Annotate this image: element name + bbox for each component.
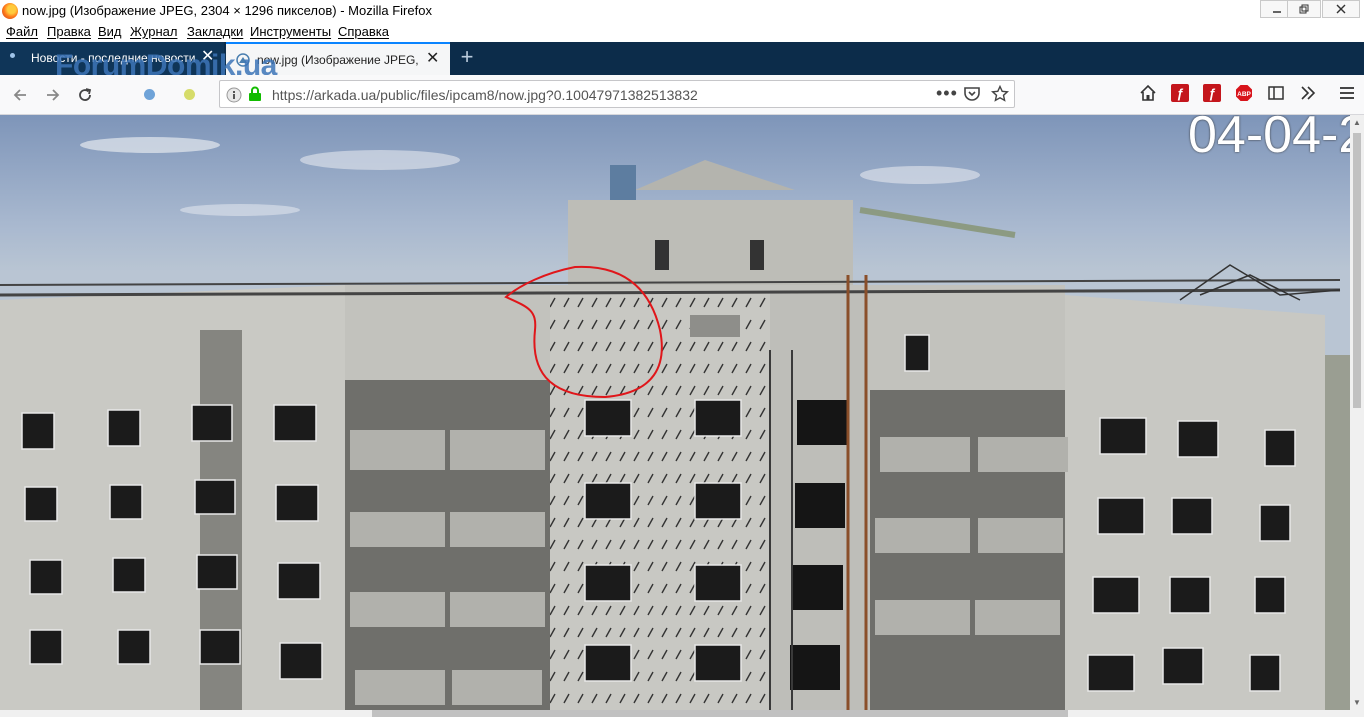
- scroll-down-arrow-icon[interactable]: ▼: [1353, 698, 1361, 707]
- image-viewer[interactable]: 04-04-2: [0, 115, 1364, 717]
- vertical-scrollbar[interactable]: ▲ ▼: [1350, 115, 1364, 710]
- menu-help[interactable]: Справка: [338, 24, 389, 39]
- home-icon[interactable]: [1139, 84, 1157, 102]
- construction-photo: [0, 137, 1350, 717]
- url-text: https://arkada.ua/public/files/ipcam8/no…: [272, 87, 698, 103]
- new-tab-button[interactable]: +: [456, 46, 478, 68]
- lock-icon[interactable]: [248, 86, 262, 102]
- info-icon[interactable]: [226, 87, 242, 103]
- back-button[interactable]: [8, 83, 32, 107]
- navigation-bar: https://arkada.ua/public/files/ipcam8/no…: [0, 75, 1364, 115]
- menu-edit[interactable]: Правка: [47, 24, 91, 39]
- window-title: now.jpg (Изображение JPEG, 2304 × 1296 п…: [22, 3, 432, 18]
- horizontal-scrollbar[interactable]: [0, 710, 1364, 717]
- extension-blue-icon[interactable]: [144, 89, 155, 100]
- menu-file[interactable]: Файл: [6, 24, 38, 39]
- extension-yellow-icon[interactable]: [184, 89, 195, 100]
- minimize-icon: [1273, 11, 1281, 13]
- pocket-icon[interactable]: [963, 86, 981, 102]
- sidebar-icon[interactable]: [1267, 84, 1285, 102]
- close-icon: [1336, 4, 1346, 14]
- forward-button[interactable]: [41, 83, 65, 107]
- page-actions-icon[interactable]: •••: [936, 83, 958, 104]
- menu-bookmarks[interactable]: Закладки: [187, 24, 243, 39]
- restore-button[interactable]: [1287, 0, 1321, 18]
- scroll-up-arrow-icon[interactable]: ▲: [1353, 118, 1361, 127]
- url-bar[interactable]: https://arkada.ua/public/files/ipcam8/no…: [219, 80, 1015, 108]
- reload-button[interactable]: [73, 83, 97, 107]
- back-arrow-icon: [13, 89, 26, 101]
- menu-tools[interactable]: Инструменты: [250, 24, 331, 39]
- restore-icon: [1299, 4, 1309, 14]
- bookmark-star-icon[interactable]: [991, 85, 1009, 103]
- scrollbar-thumb[interactable]: [372, 710, 1068, 717]
- camera-timestamp: 04-04-2: [1188, 115, 1364, 164]
- window-titlebar: now.jpg (Изображение JPEG, 2304 × 1296 п…: [0, 0, 1364, 22]
- adblock-icon[interactable]: ABP: [1235, 84, 1253, 102]
- flash-icon[interactable]: ƒ: [1171, 84, 1189, 102]
- svg-text:ABP: ABP: [1237, 91, 1251, 98]
- menu-history[interactable]: Журнал: [130, 24, 177, 39]
- tab-label: now.jpg (Изображение JPEG, 2: [257, 53, 421, 67]
- tab-favicon-icon: [10, 53, 15, 58]
- scrollbar-thumb[interactable]: [1353, 133, 1361, 408]
- firefox-logo-icon: [2, 3, 18, 19]
- close-window-button[interactable]: [1322, 0, 1360, 18]
- reload-icon: [79, 88, 92, 101]
- hamburger-icon[interactable]: [1338, 84, 1356, 102]
- menu-bar: Файл Правка Вид Журнал Закладки Инструме…: [0, 22, 1364, 42]
- close-tab-icon[interactable]: ✕: [426, 51, 439, 67]
- menu-view[interactable]: Вид: [98, 24, 122, 39]
- forward-arrow-icon: [47, 89, 60, 101]
- overflow-icon[interactable]: [1299, 84, 1317, 102]
- flash-icon[interactable]: ƒ: [1203, 84, 1221, 102]
